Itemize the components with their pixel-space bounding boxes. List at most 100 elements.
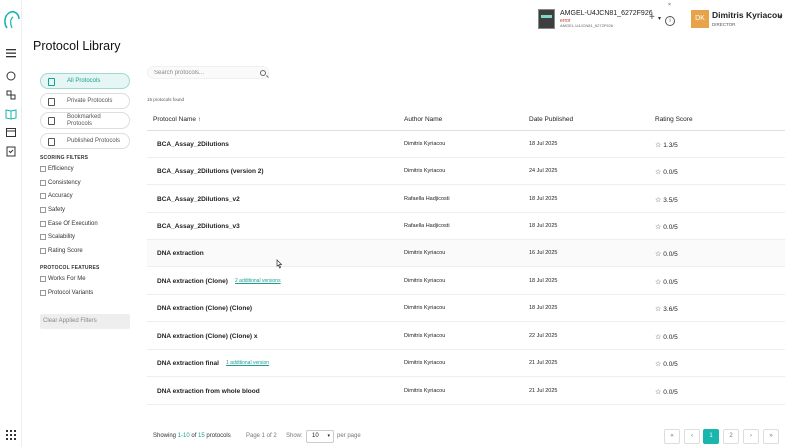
protocol-name[interactable]: BCA_Assay_2Dilutions_v3 xyxy=(157,223,240,230)
checkbox[interactable] xyxy=(40,248,46,254)
protocol-name[interactable]: BCA_Assay_2Dilutions (version 2) xyxy=(157,168,264,175)
clear-filters-button[interactable]: Clear Applied Filters xyxy=(40,314,130,329)
info-icon[interactable]: i xyxy=(665,16,675,26)
per-page-select[interactable]: 10 ▾ xyxy=(306,430,334,443)
checkbox[interactable] xyxy=(40,276,46,282)
add-icon[interactable]: + xyxy=(649,12,655,23)
checkbox[interactable] xyxy=(40,180,46,186)
star-icon: ☆ xyxy=(655,306,662,313)
refresh-icon[interactable] xyxy=(5,70,17,82)
filter-safety[interactable]: Safety xyxy=(40,206,65,214)
first-page-button[interactable]: « xyxy=(664,429,680,444)
star-icon: ☆ xyxy=(655,279,662,286)
author-name: Dimitris Kyriacou xyxy=(404,250,446,256)
table-row[interactable]: DNA extraction (Clone) 2 additional vers… xyxy=(147,268,785,295)
close-icon[interactable]: × xyxy=(668,2,671,8)
filter-efficiency[interactable]: Efficiency xyxy=(40,165,74,173)
table-row[interactable]: BCA_Assay_2Dilutions_v2 Rafaella Hadjico… xyxy=(147,186,785,213)
protocol-name[interactable]: DNA extraction from whole blood xyxy=(157,388,260,395)
column-header-score[interactable]: Rating Score xyxy=(655,116,693,123)
filter-scalability[interactable]: Scalability xyxy=(40,233,75,241)
table-row[interactable]: BCA_Assay_2Dilutions Dimitris Kyriacou 1… xyxy=(147,131,785,158)
chevron-down-icon[interactable]: ▾ xyxy=(779,13,783,21)
filter-ease-of-execution[interactable]: Ease Of Execution xyxy=(40,220,98,228)
last-page-button[interactable]: » xyxy=(763,429,779,444)
apps-grid-icon[interactable] xyxy=(5,429,17,441)
author-name: Dimitris Kyriacou xyxy=(404,168,446,174)
rating-value: 0.0/5 xyxy=(663,334,678,341)
table-row[interactable]: DNA extraction (Clone) (Clone) x Dimitri… xyxy=(147,323,785,350)
checkbox[interactable] xyxy=(40,207,46,213)
column-header-name[interactable]: Protocol Name ↑ xyxy=(153,116,201,123)
protocol-name[interactable]: DNA extraction xyxy=(157,250,204,257)
protocol-name[interactable]: BCA_Assay_2Dilutions_v2 xyxy=(157,196,240,203)
date-published: 16 Jul 2025 xyxy=(529,250,558,256)
prev-page-button[interactable]: ‹ xyxy=(684,429,700,444)
protocol-name[interactable]: DNA extraction (Clone) (Clone) xyxy=(157,305,252,312)
menu-icon[interactable] xyxy=(5,47,17,59)
lock-document-icon xyxy=(48,98,55,106)
additional-versions-link[interactable]: 2 additional versions xyxy=(235,278,281,284)
filter-label: Rating Score xyxy=(48,248,83,254)
calendar-icon[interactable] xyxy=(5,126,17,138)
showing-total: 15 xyxy=(198,433,205,439)
nav-bookmarked-protocols[interactable]: Bookmarked Protocols xyxy=(40,112,130,129)
checkbox[interactable] xyxy=(40,193,46,199)
app-logo[interactable] xyxy=(3,10,21,30)
table-row[interactable]: DNA extraction Dimitris Kyriacou 16 Jul … xyxy=(147,240,785,267)
book-icon[interactable] xyxy=(5,108,17,120)
left-rail xyxy=(0,0,22,447)
protocol-name[interactable]: DNA extraction final xyxy=(157,360,219,367)
rating-score: ☆ 0.0/5 xyxy=(655,388,678,396)
filter-works-for-me[interactable]: Works For Me xyxy=(40,275,86,283)
date-published: 22 Jul 2025 xyxy=(529,333,558,339)
rating-score: ☆ 1.3/5 xyxy=(655,141,678,149)
filter-accuracy[interactable]: Accuracy xyxy=(40,192,73,200)
rating-value: 0.0/5 xyxy=(663,361,678,368)
filter-label: Works For Me xyxy=(48,276,86,282)
nav-published-protocols[interactable]: Published Protocols xyxy=(40,133,130,149)
instrument-selector[interactable]: AMGEL-U4JCN81_6272F926 error AMGEL-U4JCN… xyxy=(538,2,678,32)
table-row[interactable]: BCA_Assay_2Dilutions (version 2) Dimitri… xyxy=(147,158,785,185)
avatar[interactable]: DK xyxy=(691,10,709,28)
author-name: Rafaella Hadjicosti xyxy=(404,196,450,202)
checkbox[interactable] xyxy=(40,234,46,240)
column-header-date[interactable]: Date Published xyxy=(529,116,573,123)
chevron-down-icon: ▾ xyxy=(327,433,330,439)
flask-icon[interactable] xyxy=(5,89,17,101)
showing-of: of xyxy=(189,433,199,439)
nav-all-protocols[interactable]: All Protocols xyxy=(40,73,130,89)
column-header-author[interactable]: Author Name xyxy=(404,116,442,123)
checkbox[interactable] xyxy=(40,166,46,172)
search-icon[interactable] xyxy=(260,70,266,76)
chevron-down-icon[interactable]: ▾ xyxy=(658,15,661,22)
additional-versions-link[interactable]: 1 additional version xyxy=(226,360,269,366)
nav-private-protocols[interactable]: Private Protocols xyxy=(40,93,130,109)
page-2-button[interactable]: 2 xyxy=(723,429,739,444)
top-header: AMGEL-U4JCN81_6272F926 error AMGEL-U4JCN… xyxy=(22,0,795,40)
checkbox[interactable] xyxy=(40,221,46,227)
rating-score: ☆ 0.0/5 xyxy=(655,250,678,258)
clipboard-icon[interactable] xyxy=(5,145,17,157)
results-count: 15 protocols found xyxy=(147,97,185,102)
date-published: 24 Jul 2025 xyxy=(529,168,558,174)
checkbox[interactable] xyxy=(40,290,46,296)
table-row[interactable]: DNA extraction (Clone) (Clone) Dimitris … xyxy=(147,295,785,322)
table-row[interactable]: BCA_Assay_2Dilutions_v3 Rafaella Hadjico… xyxy=(147,213,785,240)
next-page-button[interactable]: › xyxy=(743,429,759,444)
instrument-thumbnail xyxy=(538,9,555,29)
filter-protocol-variants[interactable]: Protocol Variants xyxy=(40,289,93,297)
protocol-name[interactable]: BCA_Assay_2Dilutions xyxy=(157,141,229,148)
bookmark-icon xyxy=(48,117,55,125)
table-row[interactable]: DNA extraction from whole blood Dimitris… xyxy=(147,378,785,405)
rating-value: 3.6/5 xyxy=(663,306,678,313)
protocol-name[interactable]: DNA extraction (Clone) (Clone) x xyxy=(157,333,258,340)
filter-consistency[interactable]: Consistency xyxy=(40,179,81,187)
table-row[interactable]: DNA extraction final 1 additional versio… xyxy=(147,350,785,377)
search-input[interactable] xyxy=(154,69,254,77)
page-1-button[interactable]: 1 xyxy=(703,429,719,444)
date-published: 18 Jul 2025 xyxy=(529,141,558,147)
search-box[interactable] xyxy=(147,66,269,79)
filter-rating-score[interactable]: Rating Score xyxy=(40,247,83,255)
protocol-name[interactable]: DNA extraction (Clone) xyxy=(157,278,228,285)
